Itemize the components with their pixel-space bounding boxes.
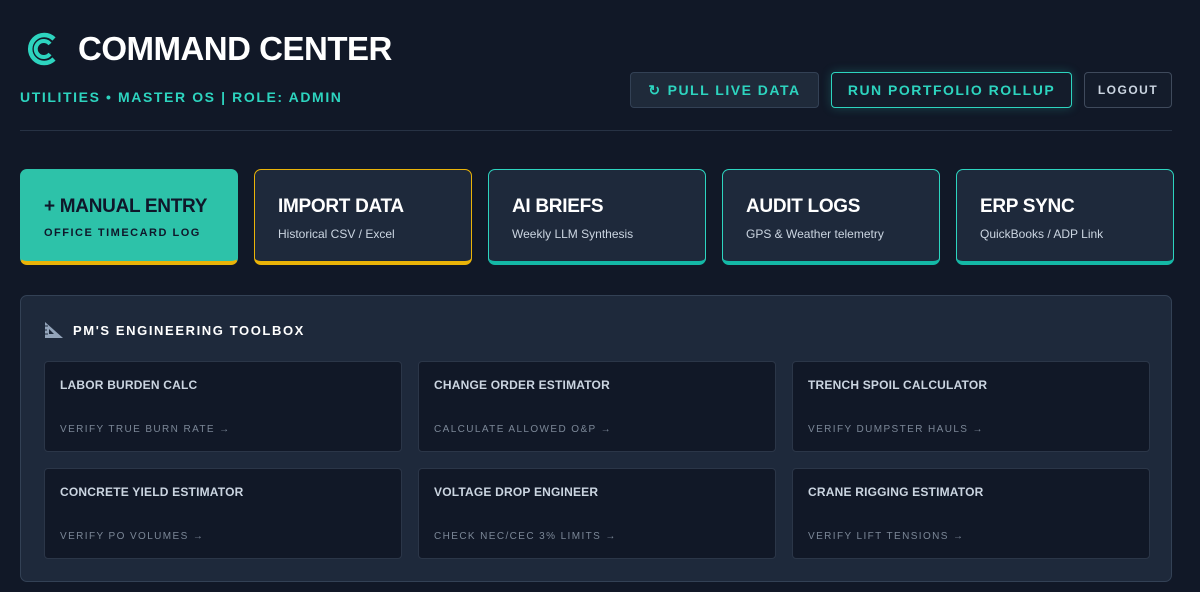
tool-link[interactable]: CHECK NEC/CEC 3% LIMITS → [434, 531, 617, 542]
run-portfolio-rollup-button[interactable]: RUN PORTFOLIO ROLLUP [831, 72, 1072, 108]
action-cards: + MANUAL ENTRY OFFICE TIMECARD LOG IMPOR… [20, 169, 1174, 265]
engineering-toolbox-panel: PM'S ENGINEERING TOOLBOX LABOR BURDEN CA… [20, 295, 1172, 582]
import-data-card[interactable]: IMPORT DATA Historical CSV / Excel [254, 169, 472, 265]
tool-grid: LABOR BURDEN CALC VERIFY TRUE BURN RATE … [44, 361, 1150, 559]
tool-labor-burden-calc[interactable]: LABOR BURDEN CALC VERIFY TRUE BURN RATE … [44, 361, 402, 452]
manual-entry-card[interactable]: + MANUAL ENTRY OFFICE TIMECARD LOG [20, 169, 238, 265]
refresh-icon: ↻ [648, 81, 662, 98]
pull-live-data-button[interactable]: ↻ PULL LIVE DATA [630, 72, 819, 108]
tool-title: TRENCH SPOIL CALCULATOR [808, 378, 988, 392]
card-subtitle: Historical CSV / Excel [278, 227, 395, 241]
tool-title: CRANE RIGGING ESTIMATOR [808, 485, 984, 499]
card-subtitle: GPS & Weather telemetry [746, 227, 884, 241]
header-actions: ↻ PULL LIVE DATA RUN PORTFOLIO ROLLUP LO… [630, 72, 1172, 108]
logo-icon [27, 32, 56, 66]
toolbox-title: PM'S ENGINEERING TOOLBOX [73, 322, 305, 338]
brand: COMMAND CENTER [26, 30, 392, 68]
card-title: IMPORT DATA [278, 196, 404, 217]
erp-sync-card[interactable]: ERP SYNC QuickBooks / ADP Link [956, 169, 1174, 265]
card-title: AI BRIEFS [512, 196, 604, 217]
card-title: + MANUAL ENTRY [44, 196, 208, 217]
pull-live-data-label: PULL LIVE DATA [667, 82, 801, 98]
card-subtitle: OFFICE TIMECARD LOG [44, 227, 201, 239]
tool-link[interactable]: CALCULATE ALLOWED O&P → [434, 424, 612, 435]
command-center-page: COMMAND CENTER UTILITIES • MASTER OS | R… [0, 0, 1200, 592]
audit-logs-card[interactable]: AUDIT LOGS GPS & Weather telemetry [722, 169, 940, 265]
tool-title: CONCRETE YIELD ESTIMATOR [60, 485, 244, 499]
header-divider [20, 130, 1172, 131]
tool-title: CHANGE ORDER ESTIMATOR [434, 378, 610, 392]
toolbox-header: PM'S ENGINEERING TOOLBOX [43, 320, 305, 340]
card-subtitle: QuickBooks / ADP Link [980, 227, 1104, 241]
card-title: AUDIT LOGS [746, 196, 861, 217]
tool-link[interactable]: VERIFY PO VOLUMES → [60, 531, 204, 542]
tool-voltage-drop-engineer[interactable]: VOLTAGE DROP ENGINEER CHECK NEC/CEC 3% L… [418, 468, 776, 559]
tool-title: VOLTAGE DROP ENGINEER [434, 485, 599, 499]
card-title: ERP SYNC [980, 196, 1075, 217]
logout-button[interactable]: LOGOUT [1084, 72, 1172, 108]
card-subtitle: Weekly LLM Synthesis [512, 227, 634, 241]
ai-briefs-card[interactable]: AI BRIEFS Weekly LLM Synthesis [488, 169, 706, 265]
tool-link[interactable]: VERIFY LIFT TENSIONS → [808, 531, 964, 542]
app-title: COMMAND CENTER [78, 30, 392, 67]
triangle-ruler-icon [45, 322, 63, 338]
tool-title: LABOR BURDEN CALC [60, 378, 198, 392]
tool-concrete-yield-estimator[interactable]: CONCRETE YIELD ESTIMATOR VERIFY PO VOLUM… [44, 468, 402, 559]
tool-trench-spoil-calculator[interactable]: TRENCH SPOIL CALCULATOR VERIFY DUMPSTER … [792, 361, 1150, 452]
tool-link[interactable]: VERIFY DUMPSTER HAULS → [808, 424, 984, 435]
tool-link[interactable]: VERIFY TRUE BURN RATE → [60, 424, 231, 435]
header-subtitle: UTILITIES • MASTER OS | ROLE: ADMIN [20, 89, 343, 105]
tool-crane-rigging-estimator[interactable]: CRANE RIGGING ESTIMATOR VERIFY LIFT TENS… [792, 468, 1150, 559]
tool-change-order-estimator[interactable]: CHANGE ORDER ESTIMATOR CALCULATE ALLOWED… [418, 361, 776, 452]
